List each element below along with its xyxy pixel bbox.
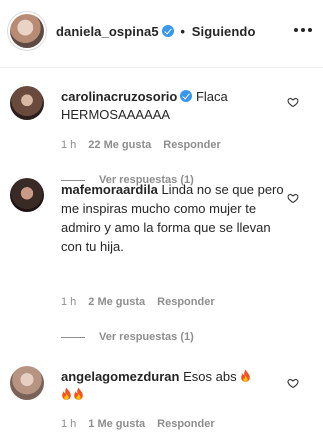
comment-meta: 1 h 2 Me gusta Responder <box>61 296 215 308</box>
view-replies-label: Ver respuestas (1) <box>99 331 194 343</box>
like-heart-icon[interactable] <box>287 377 299 389</box>
comment-text-block: mafemoraardila Linda no se que pero me i… <box>61 180 286 256</box>
avatar[interactable] <box>10 366 44 400</box>
reply-button[interactable]: Responder <box>163 139 220 151</box>
comment-body: Esos abs <box>183 369 237 384</box>
comment-meta: 1 h 22 Me gusta Responder <box>61 139 221 151</box>
comment-text-block: angelagomezduran Esos abs <box>61 368 289 404</box>
avatar[interactable] <box>10 86 44 120</box>
comment-time[interactable]: 1 h <box>61 418 76 430</box>
like-heart-icon[interactable] <box>287 96 299 108</box>
verified-badge-icon <box>180 90 193 102</box>
reply-button[interactable]: Responder <box>157 296 214 308</box>
post-author-username[interactable]: daniela_ospina5 <box>56 24 159 39</box>
comment-time[interactable]: 1 h <box>61 139 76 151</box>
avatar[interactable] <box>10 178 44 212</box>
comment-text-block: carolinacruzosorio Flaca HERMOSAAAAAA <box>61 88 289 124</box>
comment-username[interactable]: carolinacruzosorio <box>61 89 177 104</box>
reply-button[interactable]: Responder <box>157 418 214 430</box>
comment-likes[interactable]: 2 Me gusta <box>88 296 145 308</box>
fire-emoji-icon <box>62 387 71 400</box>
fire-emoji-icon <box>74 387 83 400</box>
comment-likes[interactable]: 22 Me gusta <box>88 139 151 151</box>
comment-time[interactable]: 1 h <box>61 296 76 308</box>
fire-emoji-icon <box>241 369 251 382</box>
comment-likes[interactable]: 1 Me gusta <box>88 418 145 430</box>
header-user-line: daniela_ospina5 • Siguiendo <box>56 24 255 39</box>
comment-username[interactable]: mafemoraardila <box>61 182 158 197</box>
separator-dot: • <box>180 24 186 39</box>
like-heart-icon[interactable] <box>287 192 299 204</box>
comment-item: mafemoraardila Linda no se que pero me i… <box>0 178 323 343</box>
view-replies-button[interactable]: Ver respuestas (1) <box>61 331 194 343</box>
following-button[interactable]: Siguiendo <box>192 24 256 39</box>
post-header: daniela_ospina5 • Siguiendo <box>0 0 323 68</box>
comment-username[interactable]: angelagomezduran <box>61 369 179 384</box>
more-options-icon[interactable] <box>293 22 313 38</box>
verified-badge-icon <box>161 25 174 37</box>
avatar[interactable] <box>10 14 44 48</box>
divider-line <box>61 336 85 338</box>
comment-item: angelagomezduran Esos abs 1 h 1 Me gusta… <box>0 366 323 436</box>
comment-meta: 1 h 1 Me gusta Responder <box>61 418 215 430</box>
